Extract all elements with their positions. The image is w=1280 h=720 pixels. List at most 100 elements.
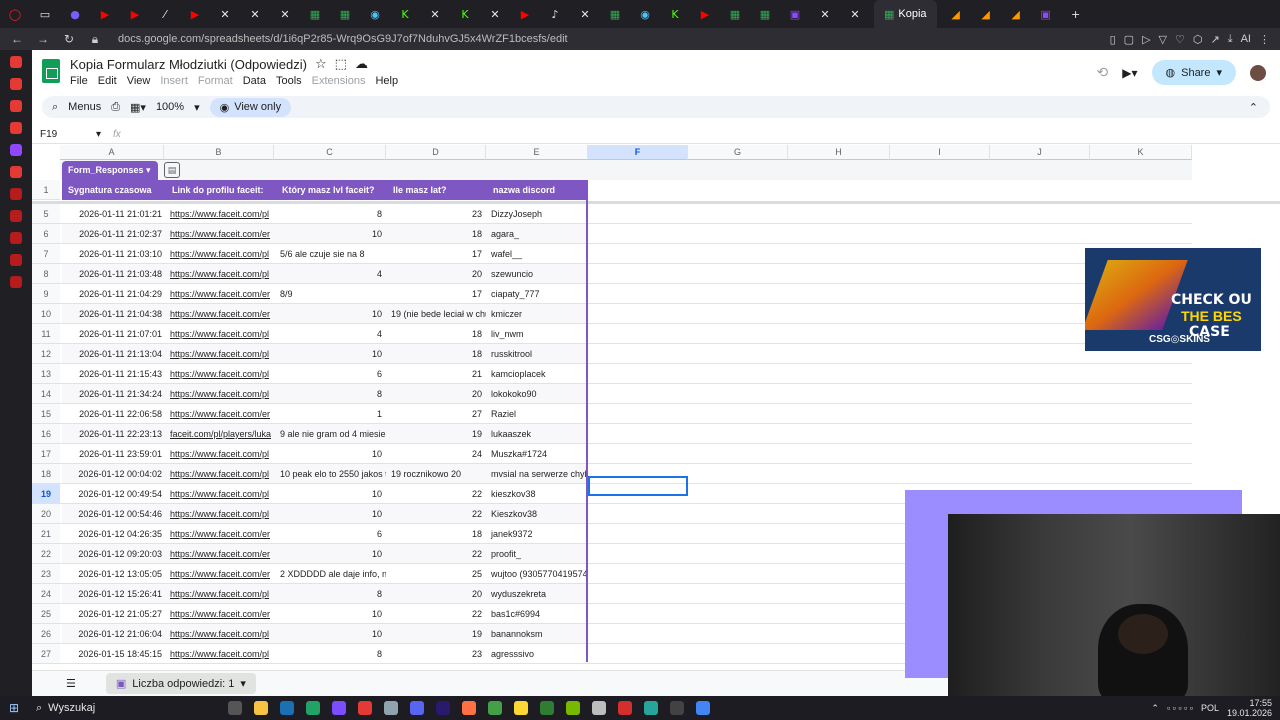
cell-age[interactable]: 27 [387, 404, 486, 424]
row-header[interactable]: 9 [32, 284, 60, 304]
sheets-tab-icon[interactable]: ▦ [720, 0, 750, 28]
row-header[interactable]: 13 [32, 364, 60, 384]
sheets-tab-icon[interactable]: ▦ [750, 0, 780, 28]
doc-title[interactable]: Kopia Formularz Młodziutki (Odpowiedzi) [70, 57, 307, 72]
cell-faceit-link[interactable]: https://www.faceit.com/pl [166, 644, 274, 664]
cell-timestamp[interactable]: 2026-01-12 00:49:54 [62, 484, 166, 504]
cell-timestamp[interactable]: 2026-01-12 04:26:35 [62, 524, 166, 544]
table-name-chip[interactable]: Form_Responses ▾ [62, 161, 158, 180]
column-header-i[interactable]: I [890, 145, 990, 160]
cell-discord[interactable]: agara_ [487, 224, 588, 244]
cell-age[interactable]: 23 [387, 204, 486, 224]
cell-discord[interactable]: Kieszkov38 [487, 504, 588, 524]
column-header-f[interactable]: F [588, 145, 688, 160]
cell-faceit-level[interactable]: 8 [276, 384, 386, 404]
history-icon[interactable]: ⟲ [1097, 64, 1109, 81]
cloud-status-icon[interactable]: ☁ [355, 56, 368, 72]
x-tab-icon[interactable]: ✕ [240, 0, 270, 28]
table-menu-icon[interactable]: ▤ [164, 162, 180, 178]
column-header-e[interactable]: E [486, 145, 588, 160]
cell-faceit-level[interactable]: 10 [276, 224, 386, 244]
url-field[interactable]: docs.google.com/spreadsheets/d/1i6qP2r85… [118, 33, 1110, 45]
sidebar-icon[interactable] [10, 100, 22, 112]
youtube-tab-icon[interactable]: ▶ [90, 0, 120, 28]
cell-timestamp[interactable]: 2026-01-12 13:05:05 [62, 564, 166, 584]
cell-faceit-level[interactable]: 6 [276, 524, 386, 544]
cell-timestamp[interactable]: 2026-01-11 21:34:24 [62, 384, 166, 404]
row-header[interactable]: 14 [32, 384, 60, 404]
opera-icon[interactable] [618, 701, 632, 715]
sheets-tab-icon[interactable]: ▦ [330, 0, 360, 28]
play-icon[interactable]: ▷ [1142, 33, 1150, 46]
cell-faceit-level[interactable]: 2 XDDDDD ale daje info, nie [276, 564, 386, 584]
cell-faceit-link[interactable]: https://www.faceit.com/er [166, 564, 274, 584]
cell-discord[interactable]: kamcioplacek [487, 364, 588, 384]
cell-faceit-level[interactable]: 8/9 [276, 284, 386, 304]
app-icon[interactable] [488, 701, 502, 715]
row-header[interactable]: 11 [32, 324, 60, 344]
cell-age[interactable]: 20 [387, 584, 486, 604]
cell-timestamp[interactable]: 2026-01-15 18:45:15 [62, 644, 166, 664]
cell-age[interactable]: 17 [387, 244, 486, 264]
row-header[interactable]: 10 [32, 304, 60, 324]
youtube-tab-icon[interactable]: ▶ [510, 0, 540, 28]
column-header-a[interactable]: A [60, 145, 164, 160]
cell-faceit-level[interactable]: 10 [276, 444, 386, 464]
cell-faceit-level[interactable]: 10 [276, 304, 386, 324]
cell-age[interactable]: 20 [387, 384, 486, 404]
sheets-tab-icon[interactable]: ▦ [300, 0, 330, 28]
cell-age[interactable]: 22 [387, 544, 486, 564]
heart-icon[interactable]: ♡ [1175, 33, 1185, 46]
discord-icon[interactable] [410, 701, 424, 715]
column-header-c[interactable]: C [274, 145, 386, 160]
cell-discord[interactable]: szewuncio [487, 264, 588, 284]
cell-discord[interactable]: banannoksm [487, 624, 588, 644]
app-icon[interactable] [644, 701, 658, 715]
cell-timestamp[interactable]: 2026-01-11 21:03:48 [62, 264, 166, 284]
cell-discord[interactable]: Muszka#1724 [487, 444, 588, 464]
cell-discord[interactable]: proofit_ [487, 544, 588, 564]
cell-discord[interactable]: russkitrool [487, 344, 588, 364]
x-tab-icon[interactable]: ✕ [480, 0, 510, 28]
clock[interactable]: 17:55 19.01.2026 [1227, 698, 1272, 718]
cell-discord[interactable]: liv_nwm [487, 324, 588, 344]
x-tab-icon[interactable]: ✕ [840, 0, 870, 28]
cell-age[interactable]: 23 [387, 644, 486, 664]
app-icon[interactable] [462, 701, 476, 715]
sidebar-icon[interactable] [10, 56, 22, 68]
cell-age[interactable]: 20 [387, 264, 486, 284]
cell-age[interactable]: 19 rocznikowo 20 [387, 464, 486, 484]
back-icon[interactable]: ← [8, 32, 26, 46]
cell-faceit-link[interactable]: https://www.faceit.com/pl [166, 364, 274, 384]
share-icon[interactable]: ↗ [1211, 33, 1220, 46]
x-tab-icon[interactable]: ✕ [420, 0, 450, 28]
header-age[interactable]: Ile masz lat? [393, 180, 447, 200]
cell-faceit-link[interactable]: https://www.faceit.com/er [166, 524, 274, 544]
cell-timestamp[interactable]: 2026-01-12 15:26:41 [62, 584, 166, 604]
menus-button[interactable]: Menus [68, 101, 101, 113]
cell-discord[interactable]: ciapaty_777 [487, 284, 588, 304]
cell-faceit-link[interactable]: faceit.com/pl/players/luka [166, 424, 274, 444]
cell-faceit-level[interactable]: 4 [276, 264, 386, 284]
language-indicator[interactable]: POL [1201, 703, 1219, 713]
windows-start-icon[interactable]: ⊞ [0, 701, 28, 715]
app-icon[interactable] [514, 701, 528, 715]
cell-discord[interactable]: mvsial na serwerze chyb [487, 464, 588, 484]
print-icon[interactable]: ⎙ [111, 101, 120, 114]
cell-age[interactable]: 25 [387, 564, 486, 584]
app-icon[interactable] [592, 701, 606, 715]
tray-expand-icon[interactable]: ⌃ [1151, 703, 1159, 714]
bookmark-icon[interactable]: ▯ [1110, 33, 1116, 46]
collapse-toolbar-icon[interactable]: ⌃ [1249, 101, 1258, 114]
menu-data[interactable]: Data [243, 75, 266, 87]
cell-faceit-level[interactable]: 10 [276, 544, 386, 564]
tab-icon[interactable]: ● [60, 0, 90, 28]
cell-age[interactable]: 18 [387, 524, 486, 544]
selected-cell[interactable] [588, 476, 688, 496]
header-faceit-level[interactable]: Który masz lvl faceit? [282, 180, 375, 200]
chevron-down-icon[interactable]: ▾ [96, 129, 101, 140]
cell-faceit-level[interactable]: 9 ale nie gram od 4 miesie [276, 424, 386, 444]
column-header-h[interactable]: H [788, 145, 890, 160]
column-header-k[interactable]: K [1090, 145, 1192, 160]
cell-faceit-link[interactable]: https://www.faceit.com/pl [166, 484, 274, 504]
